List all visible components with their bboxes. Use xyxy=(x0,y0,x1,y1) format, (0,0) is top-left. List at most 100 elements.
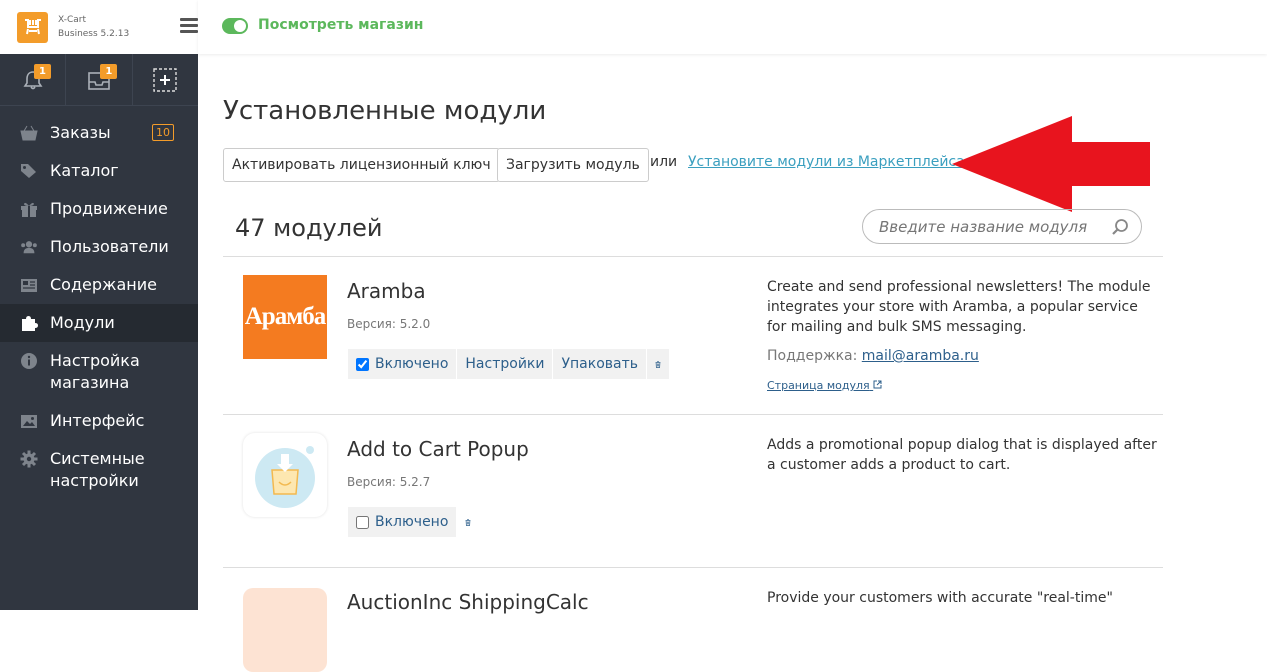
module-actions: Включено Настройки Упаковать xyxy=(348,349,670,379)
cart-logo-icon xyxy=(24,19,41,35)
enabled-toggle[interactable]: Включено xyxy=(348,507,457,537)
module-name[interactable]: Aramba xyxy=(347,279,426,303)
sidebar-item-label: Заказы xyxy=(50,123,111,142)
topbar: Посмотреть магазин xyxy=(198,0,1267,54)
module-row: Арамба Aramba Версия: 5.2.0 Включено Нас… xyxy=(223,256,1163,414)
main-content: Установленные модули Активировать лиценз… xyxy=(198,54,1267,672)
delete-button[interactable] xyxy=(457,507,479,537)
gift-icon xyxy=(20,198,38,220)
tags-icon xyxy=(20,160,38,182)
users-icon xyxy=(20,236,38,258)
pack-button[interactable]: Упаковать xyxy=(553,349,647,379)
sidebar-item-label-line2: магазина xyxy=(50,373,130,392)
upload-module-button[interactable]: Загрузить модуль xyxy=(497,148,649,182)
notifications-button[interactable]: 1 xyxy=(0,54,67,105)
brand-header: X-Cart Business 5.2.13 xyxy=(0,0,198,54)
sidebar-item-label-line1: Системные xyxy=(50,449,145,468)
trash-icon xyxy=(465,518,471,526)
picture-icon xyxy=(20,410,38,432)
auctioninc-logo xyxy=(243,588,327,672)
module-description: Provide your customers with accurate "re… xyxy=(767,590,1113,606)
red-arrow-annotation xyxy=(952,116,1150,212)
sidebar-item-system-settings[interactable]: Системные настройки xyxy=(0,440,198,500)
notifications-badge: 1 xyxy=(34,64,51,79)
delete-button[interactable] xyxy=(647,349,670,379)
menu-toggle-button[interactable] xyxy=(180,18,198,34)
sidebar-item-label-line2: настройки xyxy=(50,471,139,490)
settings-button[interactable]: Настройки xyxy=(457,349,553,379)
module-actions: Включено xyxy=(348,507,480,537)
sidebar-item-label: Системные настройки xyxy=(50,448,145,492)
search-input[interactable] xyxy=(879,217,1099,236)
module-name[interactable]: AuctionInc ShippingCalc xyxy=(347,590,589,614)
sidebar-item-label-line1: Настройка xyxy=(50,351,140,370)
modules-list: Арамба Aramba Версия: 5.2.0 Включено Нас… xyxy=(223,256,1163,672)
sidebar-item-label: Продвижение xyxy=(50,199,168,218)
xcart-logo[interactable] xyxy=(17,11,48,43)
support-email-link[interactable]: mail@aramba.ru xyxy=(862,348,979,364)
brand-edition: Business 5.2.13 xyxy=(58,29,130,39)
aramba-logo-text: Арамба xyxy=(244,303,326,330)
sidebar-item-label: Интерфейс xyxy=(50,411,145,430)
brand-name: X-Cart xyxy=(58,15,86,25)
module-description: Create and send professional newsletters… xyxy=(767,279,1151,335)
module-row: AuctionInc ShippingCalc Provide your cus… xyxy=(223,567,1163,672)
sidebar-item-label: Модули xyxy=(50,313,115,332)
module-search[interactable] xyxy=(862,209,1142,244)
sidebar: 1 1 Заказы 10 Каталог Продвижение Пользо… xyxy=(0,0,198,610)
sidebar-item-store-setup[interactable]: Настройка магазина xyxy=(0,342,198,402)
add-to-cart-popup-logo xyxy=(243,433,327,517)
sidebar-item-modules[interactable]: Модули xyxy=(0,304,198,342)
sidebar-item-catalog[interactable]: Каталог xyxy=(0,152,198,190)
sidebar-item-users[interactable]: Пользователи xyxy=(0,228,198,266)
sidebar-item-content[interactable]: Содержание xyxy=(0,266,198,304)
sidebar-item-interface[interactable]: Интерфейс xyxy=(0,402,198,440)
newspaper-icon xyxy=(20,274,38,296)
sidebar-item-promotion[interactable]: Продвижение xyxy=(0,190,198,228)
gear-icon xyxy=(20,448,38,470)
cart-popup-icon xyxy=(255,446,315,508)
plus-square-icon xyxy=(153,67,178,92)
info-icon xyxy=(20,350,38,372)
hamburger-bar xyxy=(180,30,198,33)
sidebar-nav: Заказы 10 Каталог Продвижение Пользовате… xyxy=(0,114,198,500)
marketplace-link[interactable]: Установите модули из Маркетплейса xyxy=(688,154,965,170)
orders-quick-button[interactable]: 1 xyxy=(66,54,133,105)
modules-count: 47 модулей xyxy=(235,214,383,242)
search-icon[interactable] xyxy=(1111,218,1129,236)
view-store-link[interactable]: Посмотреть магазин xyxy=(258,17,423,33)
module-page-link[interactable]: Страница модуля xyxy=(767,379,882,392)
module-page-link-text: Страница модуля xyxy=(767,379,870,392)
enabled-label: Включено xyxy=(375,514,449,530)
activate-license-key-button[interactable]: Активировать лицензионный ключ xyxy=(223,148,500,182)
enabled-label: Включено xyxy=(375,356,449,372)
enabled-checkbox[interactable] xyxy=(356,357,369,371)
sidebar-item-label: Каталог xyxy=(50,161,119,180)
quick-actions: 1 1 xyxy=(0,54,198,106)
add-new-button[interactable] xyxy=(133,54,198,105)
storefront-toggle[interactable] xyxy=(222,18,248,34)
trash-icon xyxy=(655,360,661,368)
enabled-toggle[interactable]: Включено xyxy=(348,349,457,379)
hamburger-bar xyxy=(180,24,198,27)
module-version: Версия: 5.2.0 xyxy=(347,317,431,331)
brand-text: X-Cart Business 5.2.13 xyxy=(58,13,129,41)
module-name[interactable]: Add to Cart Popup xyxy=(347,437,529,461)
orders-count-badge: 10 xyxy=(152,124,174,141)
or-text: или xyxy=(650,154,678,170)
hamburger-bar xyxy=(180,18,198,21)
sidebar-item-orders[interactable]: Заказы 10 xyxy=(0,114,198,152)
enabled-checkbox[interactable] xyxy=(356,515,369,529)
aramba-logo: Арамба xyxy=(243,275,327,359)
external-link-icon xyxy=(873,380,882,389)
sidebar-item-label: Настройка магазина xyxy=(50,350,140,394)
sidebar-item-label: Пользователи xyxy=(50,237,169,256)
module-version: Версия: 5.2.7 xyxy=(347,475,431,489)
orders-quick-badge: 1 xyxy=(100,64,118,79)
sidebar-item-label: Содержание xyxy=(50,275,157,294)
page-title: Установленные модули xyxy=(223,96,547,126)
module-description: Adds a promotional popup dialog that is … xyxy=(767,437,1157,473)
module-row: Add to Cart Popup Версия: 5.2.7 Включено… xyxy=(223,414,1163,567)
orders-icon xyxy=(20,122,38,144)
module-support: Поддержка: mail@aramba.ru xyxy=(767,348,979,364)
